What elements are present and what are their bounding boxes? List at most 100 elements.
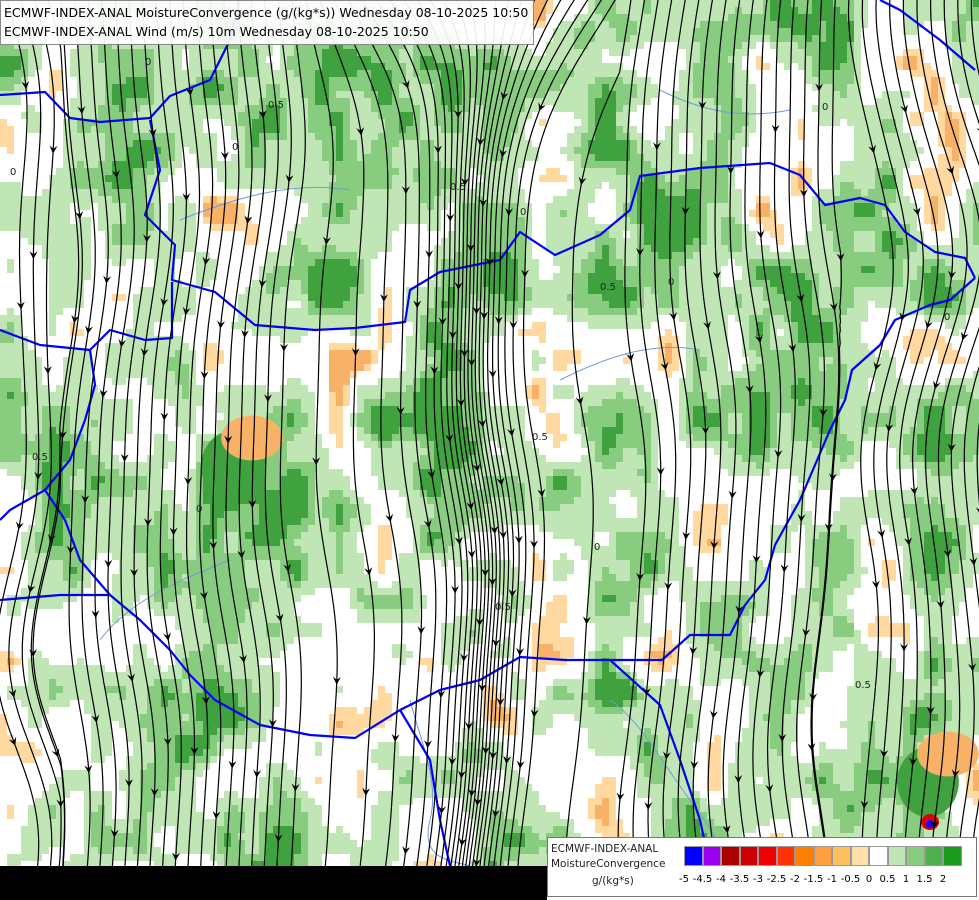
- field-cell: [742, 70, 749, 77]
- field-cell: [938, 105, 945, 112]
- field-cell: [112, 203, 119, 210]
- field-cell: [7, 126, 14, 133]
- field-cell: [252, 308, 259, 315]
- field-cell: [714, 28, 721, 35]
- field-cell: [266, 147, 273, 154]
- field-cell: [84, 259, 91, 266]
- field-cell: [161, 63, 168, 70]
- field-cell: [147, 49, 154, 56]
- field-cell: [840, 112, 847, 119]
- field-cell: [735, 98, 742, 105]
- field-cell: [574, 217, 581, 224]
- field-cell: [497, 175, 504, 182]
- field-cell: [406, 217, 413, 224]
- field-cell: [889, 182, 896, 189]
- field-cell: [847, 105, 854, 112]
- field-cell: [7, 196, 14, 203]
- field-cell: [672, 238, 679, 245]
- field-cell: [728, 217, 735, 224]
- field-cell: [581, 63, 588, 70]
- field-cell: [126, 231, 133, 238]
- field-cell: [315, 154, 322, 161]
- field-cell: [371, 112, 378, 119]
- field-cell: [889, 196, 896, 203]
- field-cell: [224, 224, 231, 231]
- field-cell: [7, 49, 14, 56]
- field-cell: [126, 224, 133, 231]
- field-cell: [581, 77, 588, 84]
- field-cell: [98, 70, 105, 77]
- field-cell: [644, 98, 651, 105]
- field-cell: [350, 168, 357, 175]
- field-cell: [357, 175, 364, 182]
- field-cell: [343, 112, 350, 119]
- field-cell: [196, 161, 203, 168]
- field-cell: [672, 147, 679, 154]
- field-cell: [455, 203, 462, 210]
- field-cell: [203, 63, 210, 70]
- field-cell: [126, 245, 133, 252]
- field-cell: [350, 203, 357, 210]
- field-cell: [490, 196, 497, 203]
- field-cell: [63, 259, 70, 266]
- field-cell: [784, 14, 791, 21]
- field-cell: [63, 266, 70, 273]
- field-cell: [259, 56, 266, 63]
- field-cell: [315, 315, 322, 322]
- field-cell: [952, 70, 959, 77]
- field-cell: [910, 266, 917, 273]
- field-cell: [336, 287, 343, 294]
- field-cell: [770, 252, 777, 259]
- field-cell: [504, 259, 511, 266]
- field-cell: [336, 140, 343, 147]
- field-cell: [252, 140, 259, 147]
- field-cell: [287, 252, 294, 259]
- field-cell: [728, 238, 735, 245]
- field-cell: [665, 140, 672, 147]
- field-cell: [861, 133, 868, 140]
- field-cell: [350, 238, 357, 245]
- field-cell: [658, 259, 665, 266]
- field-cell: [644, 35, 651, 42]
- field-cell: [280, 182, 287, 189]
- field-cell: [133, 49, 140, 56]
- field-cell: [434, 112, 441, 119]
- field-cell: [350, 294, 357, 301]
- field-cell: [826, 315, 833, 322]
- field-cell: [812, 231, 819, 238]
- field-cell: [469, 119, 476, 126]
- field-cell: [574, 161, 581, 168]
- field-cell: [686, 56, 693, 63]
- field-cell: [812, 245, 819, 252]
- field-cell: [840, 35, 847, 42]
- field-cell: [420, 189, 427, 196]
- field-cell: [595, 63, 602, 70]
- field-cell: [931, 14, 938, 21]
- field-cell: [854, 182, 861, 189]
- field-cell: [525, 301, 532, 308]
- field-cell: [742, 287, 749, 294]
- field-cell: [378, 210, 385, 217]
- field-cell: [483, 266, 490, 273]
- field-cell: [581, 210, 588, 217]
- field-cell: [259, 119, 266, 126]
- field-cell: [868, 119, 875, 126]
- field-cell: [245, 63, 252, 70]
- field-cell: [238, 224, 245, 231]
- field-cell: [616, 238, 623, 245]
- field-cell: [896, 119, 903, 126]
- field-cell: [315, 175, 322, 182]
- field-cell: [735, 154, 742, 161]
- field-cell: [595, 308, 602, 315]
- field-cell: [245, 154, 252, 161]
- field-cell: [413, 294, 420, 301]
- field-cell: [322, 140, 329, 147]
- field-cell: [175, 217, 182, 224]
- field-cell: [686, 7, 693, 14]
- field-cell: [539, 280, 546, 287]
- field-cell: [826, 28, 833, 35]
- field-cell: [840, 238, 847, 245]
- field-cell: [714, 315, 721, 322]
- field-cell: [161, 147, 168, 154]
- field-cell: [483, 84, 490, 91]
